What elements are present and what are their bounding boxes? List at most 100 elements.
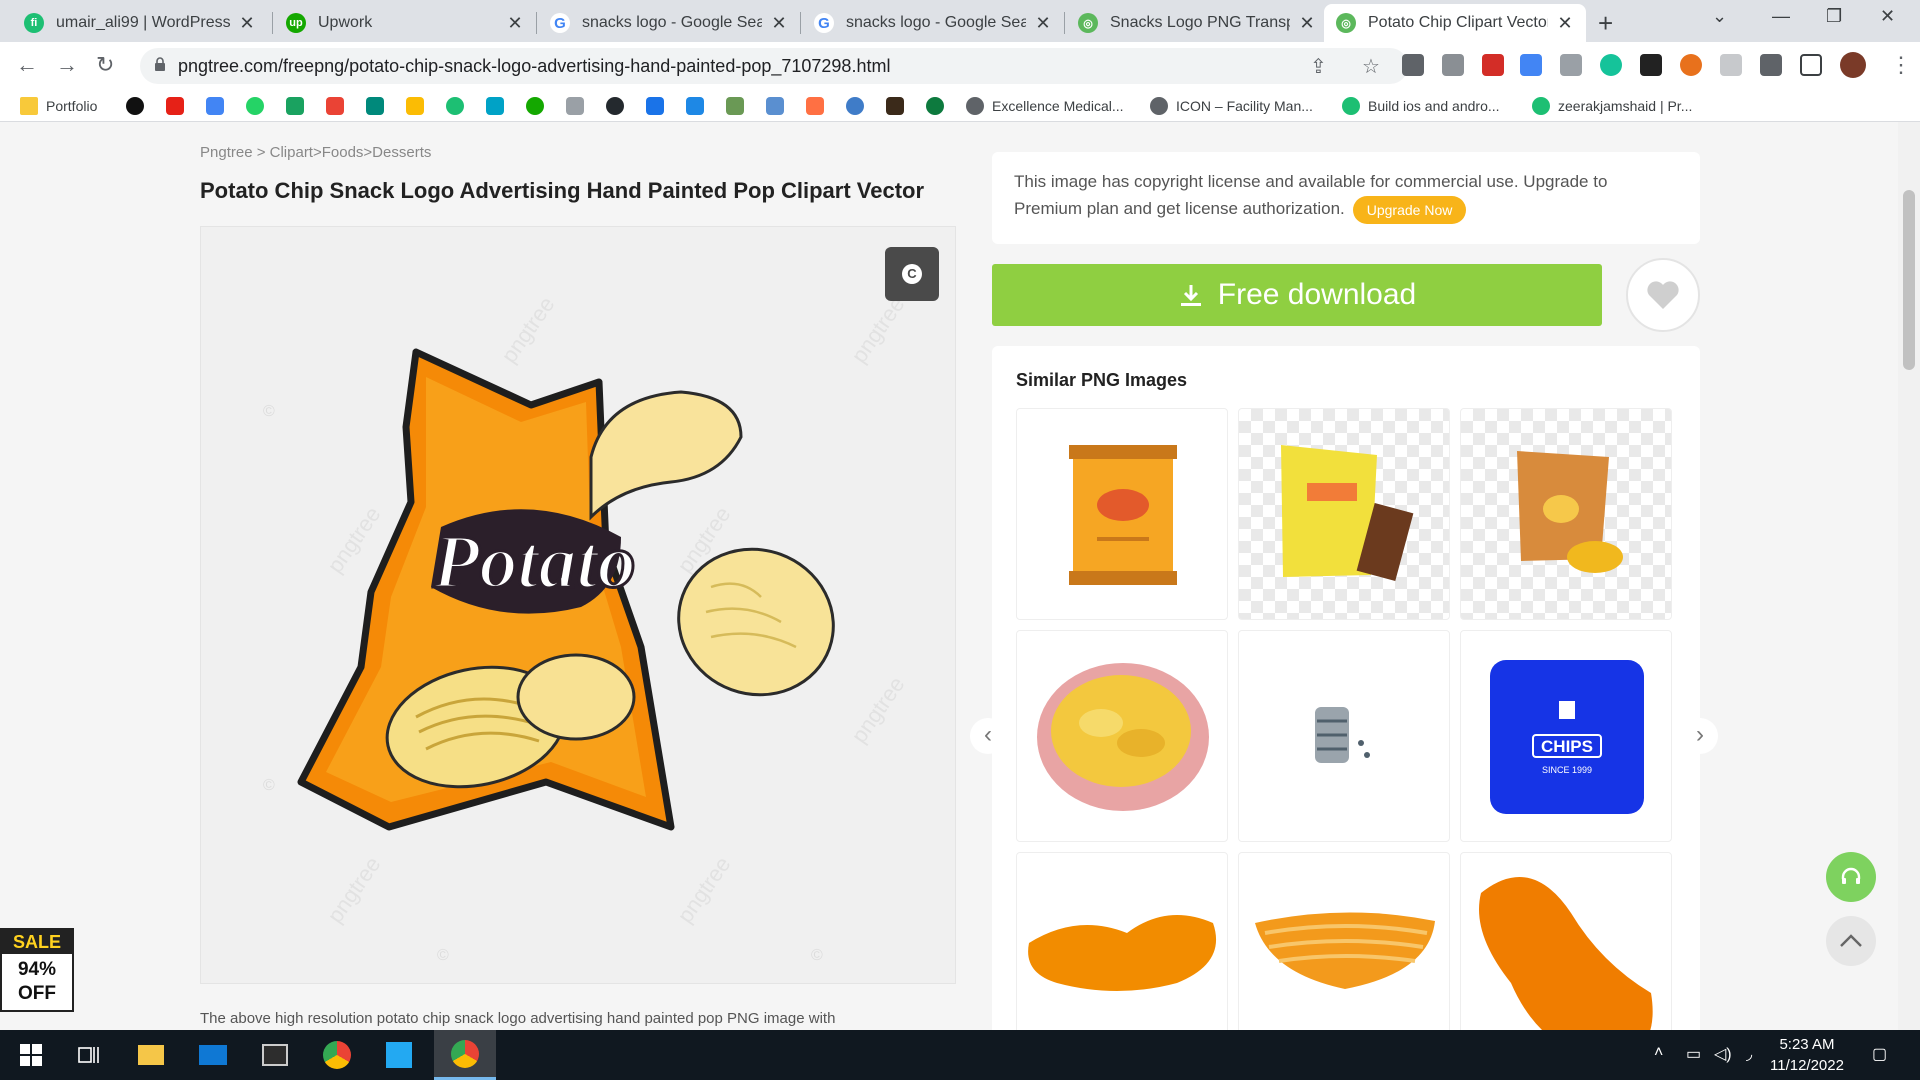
- meet-icon[interactable]: [366, 97, 384, 115]
- vscode-button[interactable]: [368, 1030, 430, 1080]
- bookmark-icon-green[interactable]: [926, 97, 944, 115]
- bookmark-icon-misc[interactable]: [566, 97, 584, 115]
- window-close-icon[interactable]: ✕: [1880, 6, 1895, 27]
- wifi-bookmark-icon[interactable]: [686, 97, 704, 115]
- breadcrumb[interactable]: Pngtree > Clipart>Foods>Desserts: [200, 144, 431, 161]
- bookmark-icon-blue[interactable]: [846, 97, 864, 115]
- grammarly-icon[interactable]: [1600, 54, 1622, 76]
- extension-icon[interactable]: [1402, 54, 1424, 76]
- puzzle-icon[interactable]: [1760, 54, 1782, 76]
- mail-button[interactable]: [182, 1030, 244, 1080]
- similar-thumb-chips-chocolate[interactable]: [1238, 408, 1450, 620]
- close-icon[interactable]: ✕: [1298, 13, 1316, 34]
- similar-thumb-chips-bowl[interactable]: [1016, 630, 1228, 842]
- page-scrollbar[interactable]: [1898, 122, 1920, 1030]
- restore-icon[interactable]: ❐: [1826, 6, 1842, 27]
- reader-icon[interactable]: [1560, 54, 1582, 76]
- similar-thumb-chips-badge[interactable]: CHIPS SINCE 1999: [1460, 630, 1672, 842]
- image-bookmark-icon[interactable]: [726, 97, 744, 115]
- whatsapp-icon[interactable]: [246, 97, 264, 115]
- tab-potato-chip-active[interactable]: ◎ Potato Chip Clipart Vector, ✕: [1324, 4, 1586, 42]
- ads-icon[interactable]: [406, 97, 424, 115]
- start-button[interactable]: [0, 1030, 62, 1080]
- chrome-button[interactable]: [306, 1030, 368, 1080]
- minimize-icon[interactable]: —: [1772, 6, 1790, 27]
- similar-thumb-orange-chip[interactable]: [1016, 852, 1228, 1030]
- chat-icon[interactable]: [286, 97, 304, 115]
- close-icon[interactable]: ✕: [770, 13, 788, 34]
- tab-upwork[interactable]: up Upwork ✕: [274, 4, 536, 42]
- notifications-icon[interactable]: ▢: [1872, 1044, 1887, 1064]
- address-bar[interactable]: pngtree.com/freepng/potato-chip-snack-lo…: [140, 48, 1408, 84]
- camera-extension-icon[interactable]: [1442, 54, 1464, 76]
- bookmark-zeerakjamshaid[interactable]: zeerakjamshaid | Pr...: [1532, 94, 1692, 118]
- check-bookmark-icon[interactable]: [486, 97, 504, 115]
- video-extension-icon[interactable]: [1640, 54, 1662, 76]
- similar-thumb-chips-bag-coins[interactable]: [1460, 408, 1672, 620]
- fiverr-bookmark-icon[interactable]: [446, 97, 464, 115]
- gtmetrix-icon[interactable]: [766, 97, 784, 115]
- menu-kebab-icon[interactable]: ⋮: [1890, 52, 1912, 78]
- tray-chevron-up-icon[interactable]: ˄: [1654, 1044, 1663, 1062]
- bookmark-icon-facility[interactable]: ICON – Facility Man...: [1150, 94, 1313, 118]
- bookmark-icon-7[interactable]: [126, 97, 144, 115]
- support-chat-button[interactable]: [1826, 852, 1876, 902]
- bookmark-portfolio[interactable]: Portfolio: [20, 94, 97, 118]
- scrollbar-thumb[interactable]: [1903, 190, 1915, 370]
- lastpass-icon[interactable]: [1482, 54, 1504, 76]
- upwork-bookmark-icon[interactable]: [526, 97, 544, 115]
- tab-search-icon[interactable]: ⌄: [1712, 6, 1727, 27]
- file-explorer-button[interactable]: [120, 1030, 182, 1080]
- close-icon[interactable]: ✕: [238, 13, 256, 34]
- forward-icon[interactable]: →: [56, 52, 78, 78]
- tab-fiverr[interactable]: fi umair_ali99 | WordPress, W ✕: [12, 4, 268, 42]
- reload-icon[interactable]: ↻: [96, 52, 114, 78]
- bookmark-excellence-medical[interactable]: Excellence Medical...: [966, 94, 1124, 118]
- bookmark-star-icon[interactable]: ☆: [1362, 54, 1380, 79]
- color-extension-icon[interactable]: [1680, 54, 1702, 76]
- bookmark-build-ios[interactable]: Build ios and andro...: [1342, 94, 1500, 118]
- main-image-preview[interactable]: pngtree pngtree pngtree pngtree pngtree …: [200, 226, 956, 984]
- youtube-icon[interactable]: [166, 97, 184, 115]
- translate-icon[interactable]: [1520, 54, 1542, 76]
- wifi-icon[interactable]: ◞: [1746, 1044, 1752, 1064]
- tab-google-search-1[interactable]: G snacks logo - Google Searc ✕: [538, 4, 800, 42]
- free-download-button[interactable]: Free download: [992, 264, 1602, 326]
- similar-prev-arrow[interactable]: ‹: [970, 718, 1006, 754]
- similar-thumb-snack-packet[interactable]: [1016, 408, 1228, 620]
- translate-bookmark-icon[interactable]: [206, 97, 224, 115]
- favorite-button[interactable]: [1626, 258, 1700, 332]
- terminal-button[interactable]: [244, 1030, 306, 1080]
- volume-icon[interactable]: ◁): [1714, 1044, 1732, 1064]
- fire-bookmark-icon[interactable]: [806, 97, 824, 115]
- sidepanel-icon[interactable]: [1800, 54, 1822, 76]
- sale-badge[interactable]: SALE 94% OFF: [0, 928, 74, 1012]
- close-icon[interactable]: ✕: [506, 13, 524, 34]
- battery-icon[interactable]: ▭: [1686, 1044, 1701, 1064]
- tab-snacks-logo-png[interactable]: ◎ Snacks Logo PNG Transpare ✕: [1066, 4, 1328, 42]
- task-view-button[interactable]: [58, 1030, 120, 1080]
- similar-thumb-ridged-chip[interactable]: [1238, 852, 1450, 1030]
- avatar[interactable]: [1840, 52, 1866, 78]
- upgrade-now-button[interactable]: Upgrade Now: [1352, 195, 1467, 224]
- similar-next-arrow[interactable]: ›: [1682, 718, 1718, 754]
- gmail-icon[interactable]: [326, 97, 344, 115]
- chrome-active-button[interactable]: [434, 1030, 496, 1080]
- system-clock[interactable]: 5:23 AM 11/12/2022: [1770, 1034, 1844, 1076]
- copyright-info-button[interactable]: C: [885, 247, 939, 301]
- close-icon[interactable]: ✕: [1034, 13, 1052, 34]
- bookmark-icon-dark[interactable]: [886, 97, 904, 115]
- github-icon[interactable]: [606, 97, 624, 115]
- similar-thumb-cheese-puff[interactable]: [1460, 852, 1672, 1030]
- apps-grid-icon[interactable]: [646, 97, 664, 115]
- back-to-top-button[interactable]: [1826, 916, 1876, 966]
- close-icon[interactable]: ✕: [1556, 13, 1574, 34]
- back-icon[interactable]: ←: [16, 52, 38, 78]
- similar-thumb-chips-can[interactable]: [1238, 630, 1450, 842]
- font-extension-icon[interactable]: [1720, 54, 1742, 76]
- url-text: pngtree.com/freepng/potato-chip-snack-lo…: [178, 56, 891, 76]
- new-tab-button[interactable]: +: [1598, 8, 1613, 39]
- upwork-icon: up: [286, 13, 306, 33]
- tab-google-search-2[interactable]: G snacks logo - Google Searc ✕: [802, 4, 1064, 42]
- share-icon[interactable]: ⇪: [1310, 54, 1327, 79]
